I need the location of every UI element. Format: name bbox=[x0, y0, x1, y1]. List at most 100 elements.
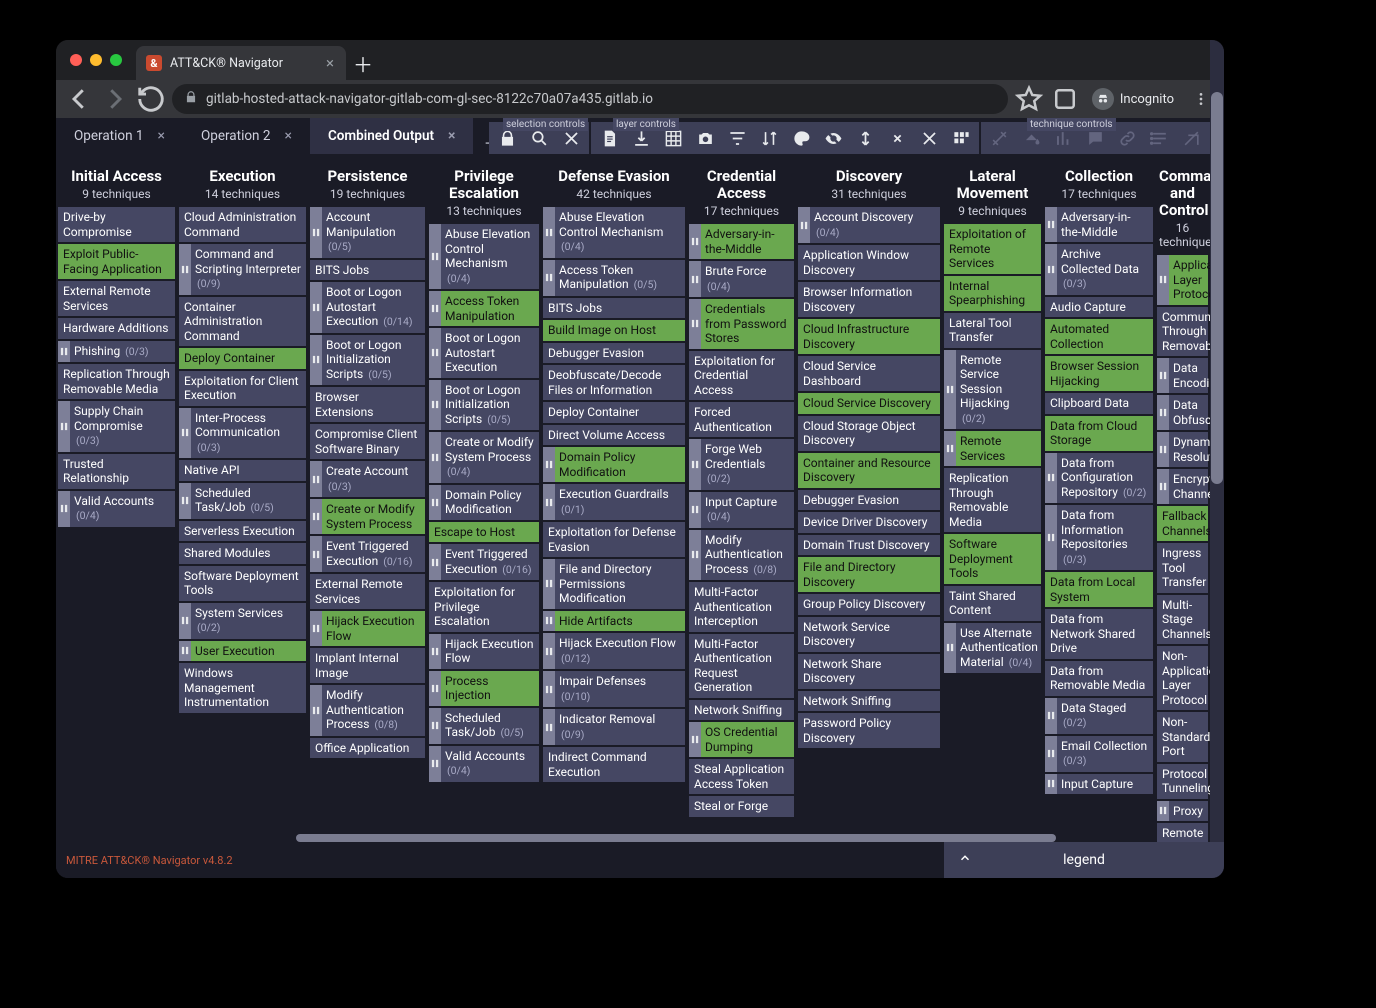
close-layer-tab-icon[interactable]: × bbox=[157, 128, 164, 144]
technique-cell[interactable]: Modify Authentication Process (0/8) bbox=[310, 685, 425, 736]
technique-cell[interactable]: Internal Spearphishing bbox=[944, 276, 1041, 311]
technique-cell[interactable]: Protocol Tunneling bbox=[1157, 764, 1208, 799]
technique-cell[interactable]: BITS Jobs bbox=[310, 260, 425, 281]
technique-cell[interactable]: Multi-Factor Authentication Interception bbox=[689, 582, 794, 632]
technique-cell[interactable]: File and Directory Permissions Modificat… bbox=[543, 559, 685, 609]
technique-cell[interactable]: Hijack Execution Flow (0/12) bbox=[543, 633, 685, 669]
export-excel-icon[interactable] bbox=[658, 122, 688, 154]
technique-cell[interactable]: Supply Chain Compromise (0/3) bbox=[58, 401, 175, 452]
technique-cell[interactable]: External Remote Services bbox=[310, 574, 425, 609]
expand-subtechniques-icon[interactable] bbox=[58, 491, 70, 527]
technique-cell[interactable]: Hijack Execution Flow bbox=[310, 611, 425, 646]
technique-cell[interactable]: Inter-Process Communication (0/3) bbox=[179, 408, 306, 459]
expand-subtechniques-icon[interactable] bbox=[179, 244, 191, 295]
technique-cell[interactable]: Escape to Host bbox=[429, 522, 539, 543]
camera-icon[interactable] bbox=[690, 122, 720, 154]
metadata-icon[interactable] bbox=[1144, 122, 1174, 154]
technique-cell[interactable]: Phishing (0/3) bbox=[58, 341, 175, 363]
technique-cell[interactable]: Event Triggered Execution (0/16) bbox=[429, 544, 539, 580]
technique-cell[interactable]: Trusted Relationship bbox=[58, 454, 175, 489]
technique-cell[interactable]: Data Staged (0/2) bbox=[1045, 698, 1153, 734]
technique-cell[interactable]: Multi-Factor Authentication Request Gene… bbox=[689, 634, 794, 698]
expand-subtechniques-icon[interactable] bbox=[429, 291, 441, 326]
incognito-badge[interactable]: Incognito bbox=[1086, 88, 1180, 110]
technique-cell[interactable]: Boot or Logon Initialization Scripts (0/… bbox=[310, 335, 425, 386]
technique-cell[interactable]: Data Encoding bbox=[1157, 358, 1208, 393]
visibility-off-icon[interactable] bbox=[818, 122, 848, 154]
technique-cell[interactable]: Deploy Container bbox=[179, 348, 306, 369]
tactic-header[interactable]: Privilege Escalation13 techniques bbox=[427, 160, 541, 222]
expand-subtechniques-icon[interactable] bbox=[310, 499, 322, 534]
clear-icon[interactable] bbox=[1176, 122, 1206, 154]
tactic-header[interactable]: Initial Access9 techniques bbox=[56, 160, 177, 205]
expand-subtechniques-icon[interactable] bbox=[429, 544, 441, 580]
technique-cell[interactable]: Domain Trust Discovery bbox=[798, 535, 940, 556]
technique-cell[interactable]: Data from Network Shared Drive bbox=[1045, 609, 1153, 659]
technique-cell[interactable]: User Execution bbox=[179, 641, 306, 662]
technique-cell[interactable]: Scheduled Task/Job (0/5) bbox=[179, 483, 306, 519]
expand-subtechniques-icon[interactable] bbox=[689, 261, 701, 297]
technique-cell[interactable]: Multi-Stage Channels bbox=[1157, 595, 1208, 645]
technique-cell[interactable]: Cloud Administration Command bbox=[179, 207, 306, 242]
technique-cell[interactable]: Steal or Forge bbox=[689, 796, 794, 817]
expand-subtechniques-icon[interactable] bbox=[1157, 358, 1169, 393]
layer-tab[interactable]: Operation 2× bbox=[183, 118, 310, 154]
close-window-icon[interactable] bbox=[70, 54, 82, 66]
expand-subtechniques-icon[interactable] bbox=[689, 439, 701, 490]
close-layer-tab-icon[interactable]: × bbox=[284, 128, 291, 144]
layer-tab[interactable]: Operation 1× bbox=[56, 118, 183, 154]
technique-cell[interactable]: Adversary-in-the-Middle bbox=[689, 224, 794, 259]
technique-cell[interactable]: Deobfuscate/Decode Files or Information bbox=[543, 365, 685, 400]
technique-cell[interactable]: Software Deployment Tools bbox=[179, 566, 306, 601]
expand-subtechniques-icon[interactable] bbox=[429, 224, 441, 289]
technique-cell[interactable]: Data from Cloud Storage bbox=[1045, 416, 1153, 451]
technique-cell[interactable]: Fallback Channels bbox=[1157, 506, 1208, 541]
maximize-window-icon[interactable] bbox=[110, 54, 122, 66]
technique-cell[interactable]: Group Policy Discovery bbox=[798, 594, 940, 615]
technique-cell[interactable]: Ingress Tool Transfer bbox=[1157, 543, 1208, 593]
technique-cell[interactable]: Adversary-in-the-Middle bbox=[1045, 207, 1153, 242]
layer-info-icon[interactable] bbox=[594, 122, 624, 154]
technique-cell[interactable]: Direct Volume Access bbox=[543, 425, 685, 446]
technique-cell[interactable]: Lateral Tool Transfer bbox=[944, 313, 1041, 348]
technique-cell[interactable]: File and Directory Discovery bbox=[798, 557, 940, 592]
technique-cell[interactable]: Implant Internal Image bbox=[310, 648, 425, 683]
technique-cell[interactable]: Browser Extensions bbox=[310, 387, 425, 422]
technique-cell[interactable]: Password Policy Discovery bbox=[798, 713, 940, 748]
expand-subtechniques-icon[interactable] bbox=[1045, 453, 1057, 504]
expand-subtechniques-icon[interactable] bbox=[310, 685, 322, 736]
technique-cell[interactable]: Account Manipulation (0/5) bbox=[310, 207, 425, 258]
expand-subtechniques-icon[interactable] bbox=[429, 746, 441, 782]
technique-cell[interactable]: Clipboard Data bbox=[1045, 393, 1153, 414]
tactic-header[interactable]: Discovery31 techniques bbox=[796, 160, 942, 205]
technique-cell[interactable]: Encrypted Channel bbox=[1157, 469, 1208, 504]
technique-cell[interactable]: Application Layer Protocol bbox=[1157, 255, 1208, 305]
minimize-window-icon[interactable] bbox=[90, 54, 102, 66]
expand-subtechniques-icon[interactable] bbox=[429, 328, 441, 378]
technique-cell[interactable]: Native API bbox=[179, 460, 306, 481]
technique-cell[interactable]: Valid Accounts (0/4) bbox=[429, 746, 539, 782]
technique-cell[interactable]: Indirect Command Execution bbox=[543, 747, 685, 782]
technique-cell[interactable]: Non-Standard Port bbox=[1157, 712, 1208, 762]
expand-subtechniques-icon[interactable] bbox=[944, 431, 956, 466]
technique-cell[interactable]: Use Alternate Authentication Material (0… bbox=[944, 623, 1041, 674]
technique-cell[interactable]: Execution Guardrails (0/1) bbox=[543, 484, 685, 520]
expand-subtechniques-icon[interactable] bbox=[944, 623, 956, 674]
expand-subtechniques-icon[interactable] bbox=[310, 335, 322, 386]
expand-subtechniques-icon[interactable] bbox=[1045, 774, 1057, 795]
forward-button[interactable] bbox=[100, 84, 130, 114]
technique-cell[interactable]: Exploitation for Client Execution bbox=[179, 371, 306, 406]
technique-cell[interactable]: Audio Capture bbox=[1045, 297, 1153, 318]
tactic-header[interactable]: Defense Evasion42 techniques bbox=[541, 160, 687, 205]
vertical-scrollbar[interactable] bbox=[1210, 40, 1224, 842]
expand-subtechniques-icon[interactable] bbox=[1157, 255, 1169, 305]
technique-cell[interactable]: System Services (0/2) bbox=[179, 603, 306, 639]
expand-subtechniques-icon[interactable] bbox=[1045, 698, 1057, 734]
expand-subtechniques-icon[interactable] bbox=[944, 350, 956, 430]
tactic-header[interactable]: Persistence19 techniques bbox=[308, 160, 427, 205]
expand-subtechniques-icon[interactable] bbox=[179, 641, 191, 662]
expand-subtechniques-icon[interactable] bbox=[543, 709, 555, 745]
technique-cell[interactable]: Domain Policy Modification bbox=[429, 485, 539, 520]
technique-cell[interactable]: Taint Shared Content bbox=[944, 586, 1041, 621]
technique-cell[interactable]: BITS Jobs bbox=[543, 298, 685, 319]
